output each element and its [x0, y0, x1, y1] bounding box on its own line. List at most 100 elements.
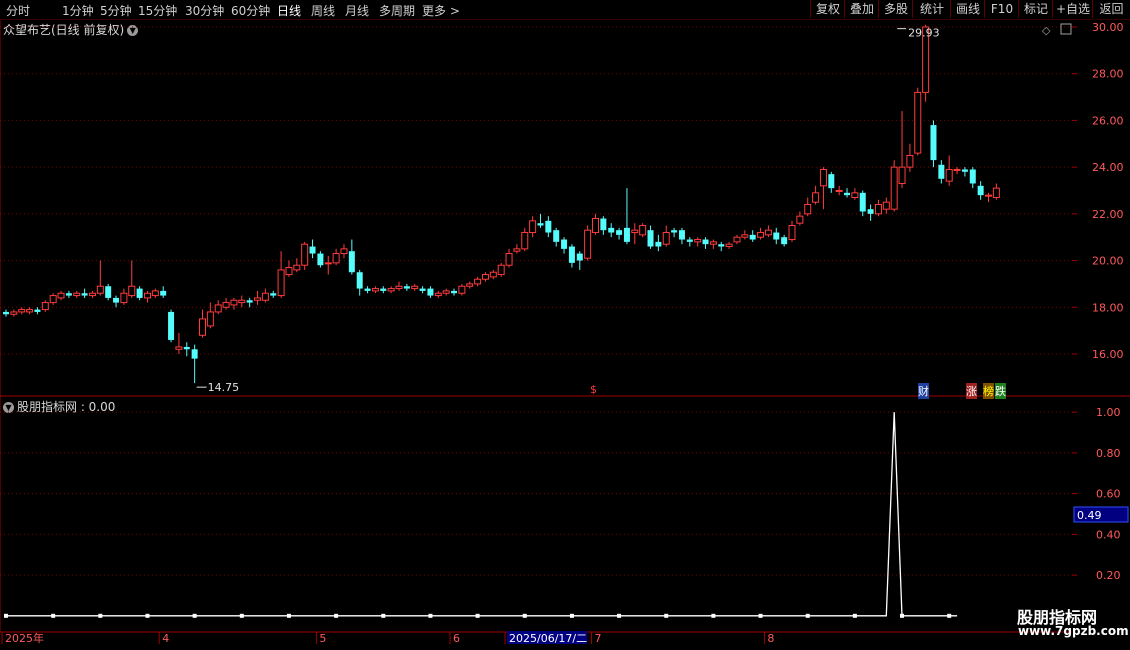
candle-body[interactable] — [466, 283, 474, 287]
candle-body[interactable] — [804, 203, 812, 215]
candle-body[interactable] — [631, 229, 639, 234]
event-marker-cai[interactable]: 财 — [918, 383, 929, 399]
candle-body[interactable] — [270, 293, 277, 296]
candle-body[interactable] — [356, 272, 363, 289]
candle-body[interactable] — [199, 318, 206, 336]
candle-body[interactable] — [914, 91, 922, 154]
candle-body[interactable] — [835, 189, 843, 192]
diamond-icon[interactable]: ◇ — [1042, 24, 1051, 37]
candle-body[interactable] — [136, 288, 143, 298]
candle-body[interactable] — [953, 168, 961, 171]
candle-body[interactable] — [183, 346, 190, 350]
candle-body[interactable] — [128, 285, 136, 297]
candle-body[interactable] — [702, 239, 709, 245]
candle-body[interactable] — [859, 192, 866, 212]
candle-body[interactable] — [584, 229, 592, 259]
candle-body[interactable] — [733, 236, 741, 243]
candle-body[interactable] — [898, 166, 906, 184]
candle-body[interactable] — [513, 248, 521, 252]
candle-body[interactable] — [977, 185, 984, 196]
candle-body[interactable] — [411, 285, 419, 290]
candle-body[interactable] — [851, 192, 859, 198]
candle-body[interactable] — [254, 297, 262, 301]
candle-body[interactable] — [882, 201, 890, 210]
candle-body[interactable] — [324, 262, 332, 265]
candle-body[interactable] — [576, 253, 583, 261]
candle-body[interactable] — [175, 346, 183, 350]
candle-body[interactable] — [34, 309, 41, 312]
candle-body[interactable] — [427, 288, 434, 296]
event-marker-zhang[interactable]: 涨 — [966, 383, 977, 399]
candle-body[interactable] — [451, 290, 458, 294]
candle-body[interactable] — [828, 174, 835, 189]
candle-body[interactable] — [686, 239, 693, 242]
candle-body[interactable] — [961, 169, 968, 172]
candle-body[interactable] — [230, 299, 238, 306]
candle-body[interactable] — [592, 218, 599, 234]
candle-body[interactable] — [160, 290, 167, 296]
candle-body[interactable] — [945, 168, 953, 182]
candle-body[interactable] — [930, 125, 937, 161]
candle-body[interactable] — [191, 349, 198, 359]
indicator-series-line[interactable] — [6, 412, 958, 617]
candle-body[interactable] — [537, 223, 544, 226]
candle-body[interactable] — [395, 285, 403, 290]
candle-body[interactable] — [764, 229, 772, 236]
candle-body[interactable] — [718, 244, 725, 247]
candle-body[interactable] — [387, 288, 395, 292]
candle-body[interactable] — [568, 246, 575, 263]
candle-body[interactable] — [81, 293, 88, 296]
candle-body[interactable] — [3, 311, 9, 315]
candle-body[interactable] — [709, 241, 717, 245]
candle-body[interactable] — [10, 311, 18, 315]
candle-body[interactable] — [364, 288, 371, 291]
candle-body[interactable] — [442, 290, 450, 294]
candle-body[interactable] — [120, 292, 128, 304]
candle-body[interactable] — [419, 288, 426, 291]
candle-body[interactable] — [238, 299, 246, 304]
candle-body[interactable] — [655, 241, 662, 247]
candle-body[interactable] — [143, 292, 151, 299]
candle-body[interactable] — [403, 286, 410, 289]
candle-body[interactable] — [497, 264, 505, 276]
candle-body[interactable] — [18, 309, 26, 313]
candle-body[interactable] — [749, 234, 756, 240]
candle-body[interactable] — [529, 220, 537, 234]
event-marker-die[interactable]: 跌 — [995, 383, 1006, 399]
candle-body[interactable] — [890, 166, 898, 210]
candle-body[interactable] — [781, 237, 788, 245]
candle-body[interactable] — [796, 215, 804, 224]
candle-body[interactable] — [371, 288, 379, 292]
candle-body[interactable] — [608, 227, 615, 233]
candle-body[interactable] — [678, 230, 685, 240]
candle-body[interactable] — [168, 311, 175, 340]
candle-body[interactable] — [348, 251, 355, 273]
candle-body[interactable] — [623, 227, 630, 242]
candle-body[interactable] — [985, 194, 992, 197]
candle-body[interactable] — [277, 269, 285, 297]
candle-body[interactable] — [105, 286, 112, 298]
event-marker-dollar[interactable]: $ — [590, 383, 597, 396]
candle-body[interactable] — [545, 220, 552, 233]
candle-body[interactable] — [741, 234, 749, 238]
candle-body[interactable] — [662, 232, 670, 245]
candle-body[interactable] — [553, 230, 560, 242]
candle-body[interactable] — [938, 164, 945, 179]
candle-body[interactable] — [694, 239, 702, 243]
candle-body[interactable] — [788, 225, 796, 241]
candle-body[interactable] — [113, 297, 120, 303]
candle-body[interactable] — [671, 230, 678, 233]
candle-body[interactable] — [725, 243, 733, 248]
candle-body[interactable] — [380, 288, 387, 291]
candle-body[interactable] — [73, 292, 81, 297]
panel-toggle-icon[interactable] — [1060, 23, 1072, 35]
candle-body[interactable] — [992, 187, 1000, 198]
candle-body[interactable] — [812, 192, 820, 203]
candle-body[interactable] — [214, 304, 222, 313]
candle-body[interactable] — [757, 232, 765, 238]
candle-body[interactable] — [819, 168, 827, 187]
candle-body[interactable] — [434, 292, 442, 297]
candle-body[interactable] — [481, 274, 489, 280]
candle-body[interactable] — [773, 232, 780, 240]
candle-body[interactable] — [844, 192, 851, 196]
